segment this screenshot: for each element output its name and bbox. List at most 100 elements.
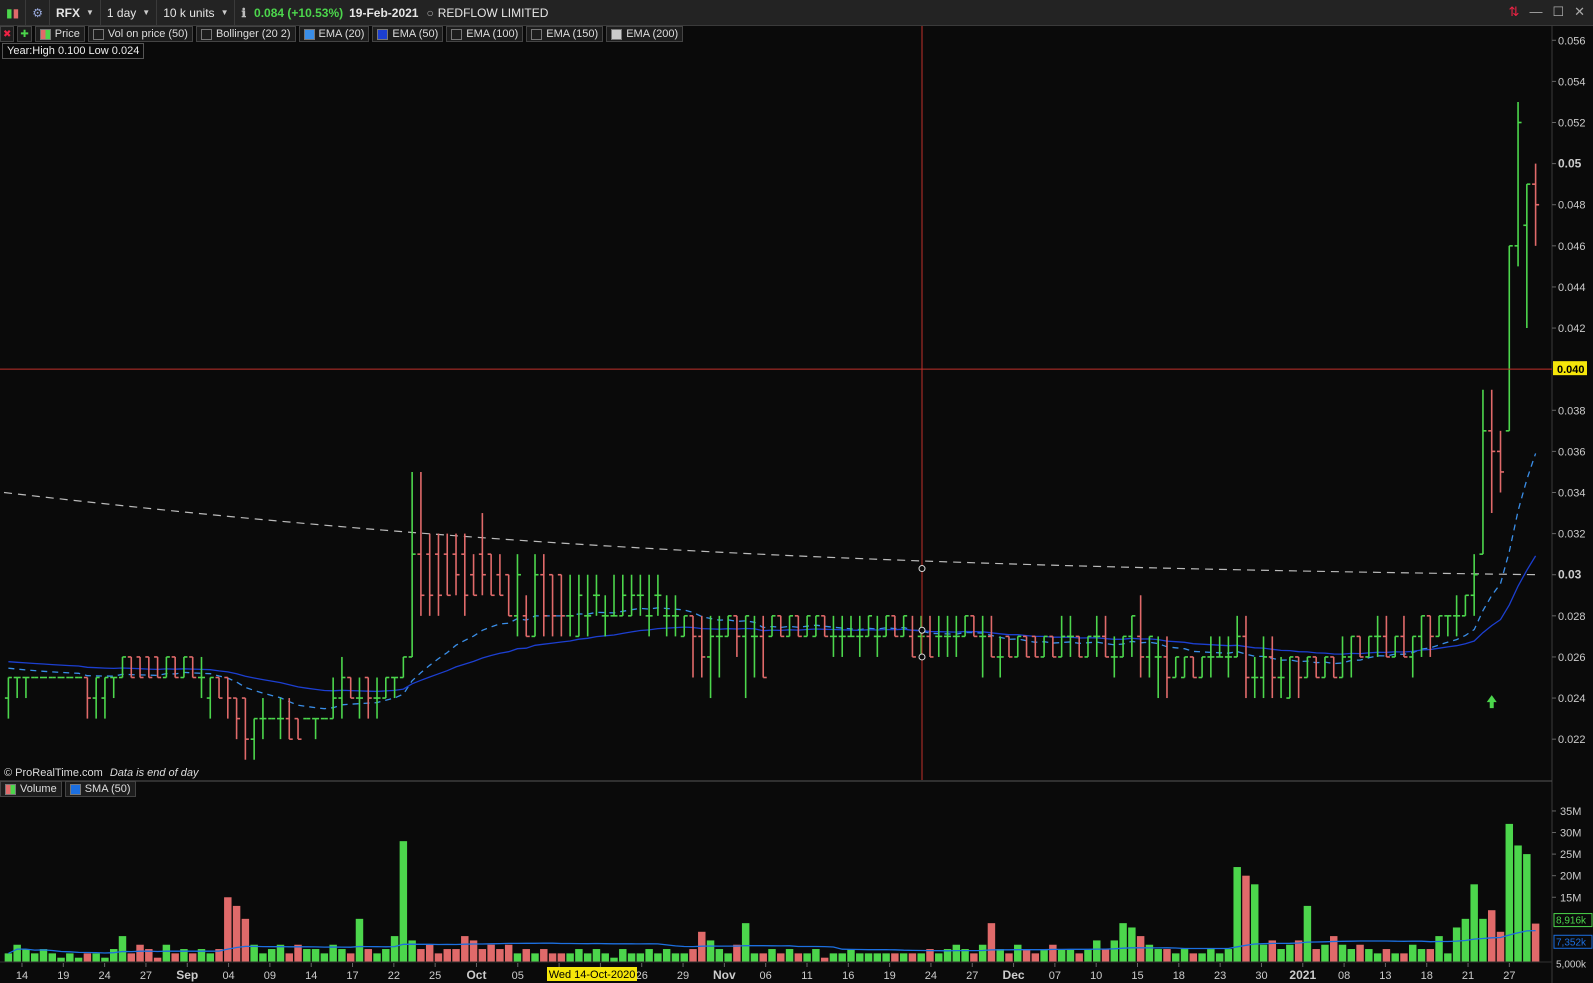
volume-bar bbox=[1444, 953, 1452, 962]
volume-bar bbox=[1426, 949, 1435, 962]
ohlc-bar bbox=[1470, 554, 1478, 616]
volume-bar bbox=[373, 953, 381, 962]
volume-bar bbox=[882, 953, 890, 962]
volume-bar bbox=[1531, 923, 1540, 962]
volume-bar bbox=[1005, 953, 1013, 962]
ohlc-bar bbox=[355, 677, 363, 719]
price-chart[interactable]: 0.0560.0540.0520.050.0480.0460.0440.0420… bbox=[0, 0, 1593, 983]
volume-bar bbox=[978, 944, 987, 962]
price-tick-label: 0.042 bbox=[1558, 323, 1586, 335]
ohlc-bar bbox=[329, 677, 337, 720]
volume-bar bbox=[1180, 949, 1189, 962]
ohlc-bar bbox=[882, 615, 890, 638]
volume-bar bbox=[285, 953, 293, 962]
volume-bar bbox=[803, 953, 811, 962]
ohlc-bar bbox=[373, 677, 381, 719]
volume-bar bbox=[1303, 905, 1312, 962]
volume-bar bbox=[1101, 949, 1110, 962]
crosshair-marker bbox=[918, 653, 926, 661]
volume-bar bbox=[30, 953, 39, 962]
volume-bar bbox=[1286, 944, 1294, 962]
date-tick-label: 21 bbox=[1462, 970, 1474, 982]
ohlc-bar bbox=[900, 615, 908, 638]
ohlc-bar bbox=[908, 615, 916, 658]
indicator-sma50[interactable]: SMA (50) bbox=[64, 781, 136, 797]
date-tick-label: 27 bbox=[1503, 970, 1515, 982]
volume-axis: 35M 30M 25M 20M 15M 8,916k 7,352k 5,000k bbox=[1552, 806, 1593, 970]
ohlc-bar bbox=[1312, 656, 1320, 679]
volume-bar bbox=[1356, 944, 1364, 962]
volume-bar bbox=[4, 953, 13, 962]
volume-bar bbox=[382, 949, 390, 962]
volume-bar bbox=[908, 953, 917, 962]
footer-note: © ProRealTime.com Data is end of day bbox=[4, 767, 199, 779]
volume-bar bbox=[162, 944, 171, 962]
date-tick-label: Dec bbox=[1003, 968, 1025, 982]
date-tick-label: Nov bbox=[713, 968, 736, 982]
ohlc-bar bbox=[1242, 615, 1250, 699]
ohlc-bar bbox=[1049, 635, 1057, 658]
volume-bar bbox=[864, 953, 873, 962]
volume-bar bbox=[1136, 936, 1145, 962]
data-note: Data is end of day bbox=[109, 767, 199, 779]
date-tick-label: 29 bbox=[677, 970, 689, 982]
volume-bar bbox=[434, 953, 443, 962]
ohlc-bar bbox=[1224, 636, 1232, 678]
ohlc-bar bbox=[241, 697, 249, 760]
date-tick-label: 06 bbox=[760, 970, 772, 982]
price-tick-label: 0.028 bbox=[1558, 611, 1586, 623]
volume-bar bbox=[1487, 910, 1496, 962]
volume-bar bbox=[548, 953, 557, 962]
volume-bar bbox=[522, 949, 530, 962]
volume-bar bbox=[1347, 949, 1356, 962]
volume-bar bbox=[1207, 949, 1215, 962]
ema200-line bbox=[3, 491, 1541, 576]
volume-bar bbox=[566, 953, 574, 962]
volume-bar bbox=[1251, 884, 1259, 962]
ohlc-bar bbox=[847, 615, 855, 638]
ohlc-bar bbox=[786, 615, 794, 638]
volume-bar bbox=[1066, 949, 1075, 962]
volume-bar bbox=[689, 949, 697, 962]
ohlc-bar bbox=[1461, 594, 1469, 617]
date-tick-label: 19 bbox=[57, 970, 69, 982]
volume-bar bbox=[1014, 944, 1022, 962]
volume-bar bbox=[1163, 949, 1171, 962]
volume-bar bbox=[171, 953, 179, 962]
volume-tick-label: 25M bbox=[1560, 849, 1581, 861]
date-tick-label: 18 bbox=[1173, 970, 1185, 982]
volume-bar bbox=[1382, 949, 1391, 962]
volume-bar bbox=[1470, 884, 1478, 962]
volume-tick-label: 15M bbox=[1560, 892, 1581, 904]
crosshair-marker bbox=[918, 565, 926, 573]
ohlc-bar bbox=[952, 615, 960, 657]
volume-bar bbox=[1093, 940, 1101, 962]
ohlc-bar bbox=[1303, 656, 1311, 679]
ohlc-bar bbox=[645, 574, 653, 637]
volume-bar bbox=[838, 953, 846, 962]
ohlc-bar bbox=[566, 574, 574, 637]
volume-bar bbox=[583, 953, 592, 962]
indicator-volume[interactable]: Volume bbox=[0, 781, 62, 797]
volume-bar bbox=[935, 953, 943, 962]
ohlc-bar bbox=[206, 676, 214, 719]
price-tick-label: 0.038 bbox=[1558, 405, 1586, 417]
ohlc-bar bbox=[4, 676, 12, 719]
ohlc-bar bbox=[1391, 635, 1399, 658]
ohlc-bar bbox=[1453, 595, 1461, 637]
ohlc-bar bbox=[233, 697, 241, 740]
ohlc-bar bbox=[750, 615, 758, 678]
price-tick-label: 0.044 bbox=[1558, 282, 1586, 294]
volume-bar bbox=[188, 953, 197, 962]
ohlc-bar bbox=[1128, 615, 1136, 657]
volume-bar bbox=[715, 949, 724, 962]
ohlc-bar bbox=[1505, 245, 1513, 432]
price-tick-label: 0.046 bbox=[1558, 241, 1586, 253]
volume-bar bbox=[654, 953, 662, 962]
ohlc-bar bbox=[1093, 615, 1101, 657]
ohlc-bar bbox=[1040, 635, 1048, 658]
volume-bar bbox=[417, 949, 425, 962]
ohlc-bar bbox=[654, 574, 662, 616]
ohlc-bar bbox=[1488, 389, 1496, 514]
volume-value-label: 5,000k bbox=[1556, 959, 1587, 970]
